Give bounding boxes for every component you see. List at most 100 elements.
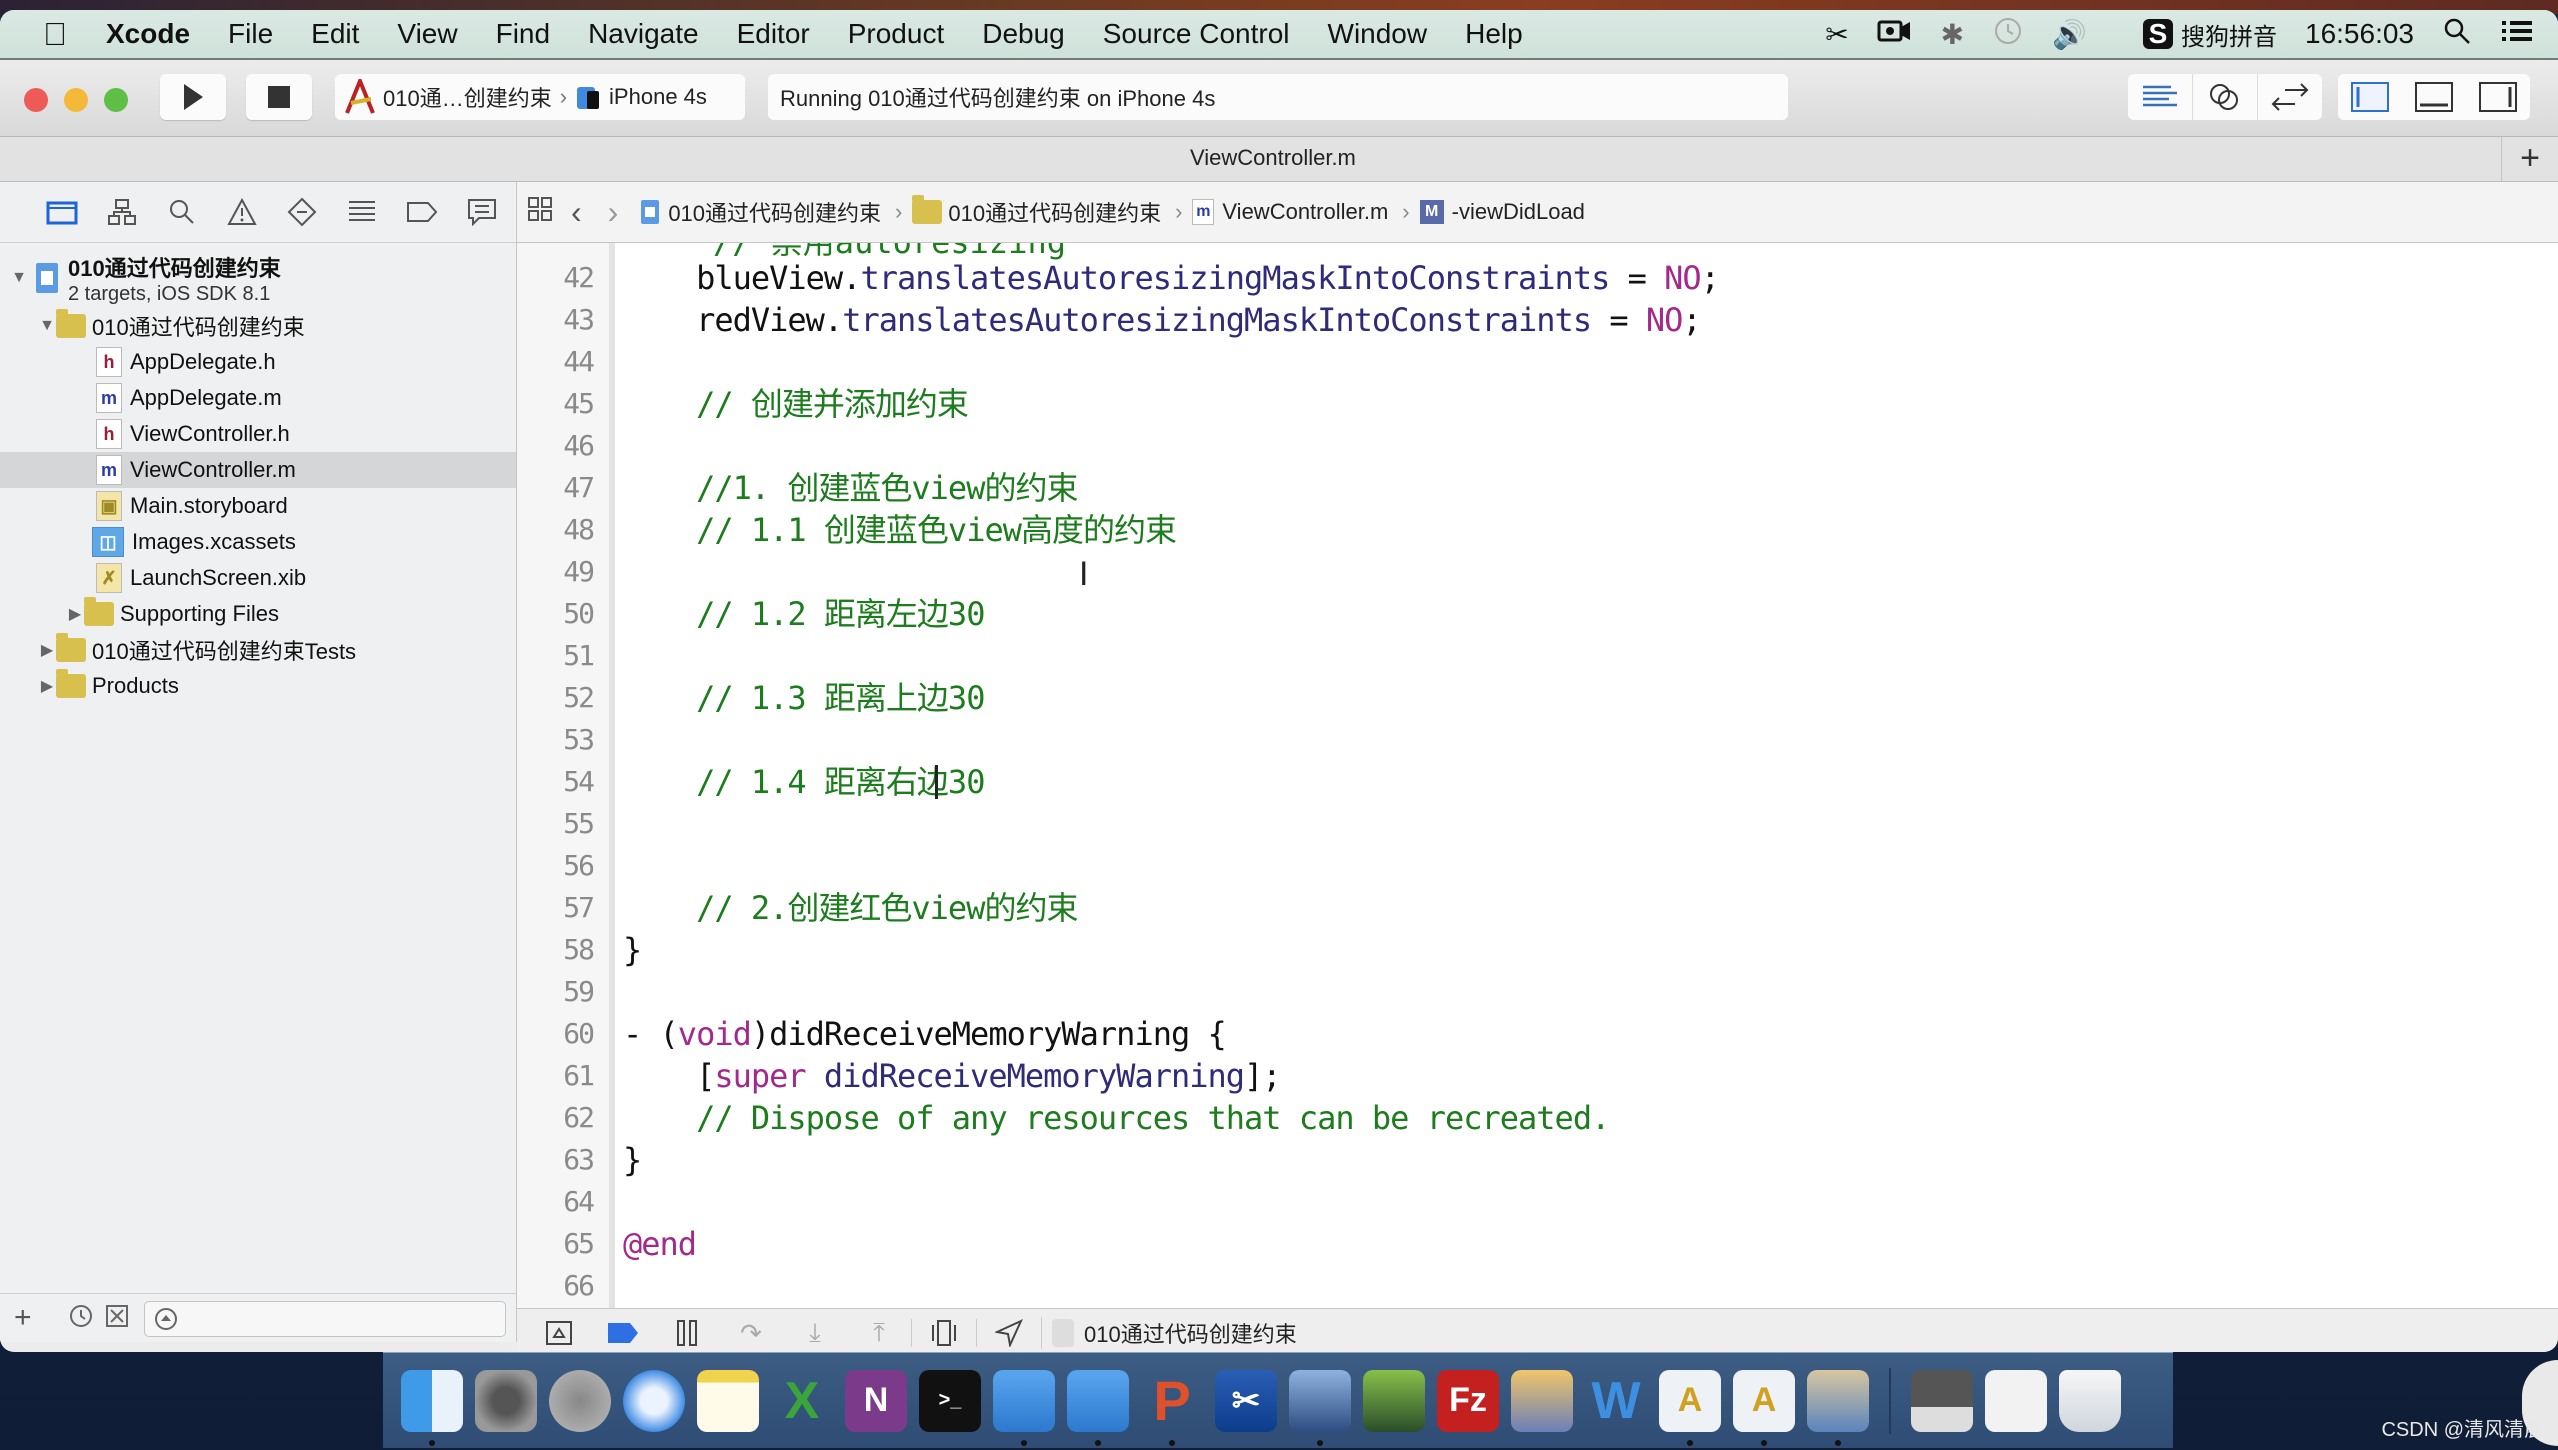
dock-app-preview[interactable] <box>1807 1369 1869 1446</box>
test-navigator-tab[interactable] <box>272 197 332 227</box>
time-machine-icon[interactable] <box>1992 15 2024 54</box>
standard-editor-button[interactable] <box>2128 74 2192 120</box>
tree-item-file[interactable]: ◫ Images.xcassets <box>92 524 296 560</box>
apple-menu-icon[interactable]:  <box>38 17 72 51</box>
dock-app-excel[interactable]: X <box>771 1370 833 1432</box>
dock-app-screenshot[interactable]: ✂ <box>1215 1369 1277 1432</box>
disclosure-collapsed-icon[interactable]: ▶ <box>38 640 56 660</box>
scheme-selector[interactable]: 010通…创建约束 › iPhone 4s <box>335 74 745 120</box>
recent-files-filter-icon[interactable] <box>68 1303 94 1334</box>
code-line[interactable]: 57 // 2.创建红色view的约束 <box>517 887 2558 929</box>
menu-navigate[interactable]: Navigate <box>588 18 699 50</box>
code-line[interactable]: 42 blueView.translatesAutoresizingMaskIn… <box>517 257 2558 299</box>
menu-find[interactable]: Find <box>496 18 550 50</box>
volume-icon[interactable]: 🔊 <box>2052 18 2087 51</box>
dock-app-safari[interactable] <box>623 1369 685 1432</box>
tree-item-group[interactable]: ▶ Products <box>38 668 179 704</box>
dock-app-launchpad[interactable] <box>549 1369 611 1432</box>
notification-center-icon[interactable] <box>2500 17 2534 52</box>
dock-app-simulator[interactable] <box>1067 1369 1129 1446</box>
code-line[interactable]: 66 <box>517 1265 2558 1307</box>
disclosure-collapsed-icon[interactable]: ▶ <box>66 604 84 624</box>
breadcrumb-method[interactable]: M -viewDidLoad <box>1419 199 1585 225</box>
dock-app-word[interactable]: W <box>1585 1370 1647 1432</box>
step-out-button[interactable]: ⤒ <box>847 1317 911 1349</box>
code-line[interactable]: 51 <box>517 635 2558 677</box>
code-line[interactable]: 44 <box>517 341 2558 383</box>
process-selector[interactable]: 010通过代码创建约束 <box>1041 1317 1297 1349</box>
dock-app-notes[interactable] <box>697 1369 759 1432</box>
code-line[interactable]: 45 // 创建并添加约束 <box>517 383 2558 425</box>
dock-app-trash[interactable] <box>2059 1369 2121 1432</box>
toggle-debug-area-button[interactable] <box>2402 74 2466 120</box>
breadcrumb-file[interactable]: m ViewController.m <box>1192 199 1388 225</box>
symbol-navigator-tab[interactable] <box>92 198 152 226</box>
code-line[interactable]: 63} <box>517 1139 2558 1181</box>
debug-navigator-tab[interactable] <box>332 199 392 225</box>
go-back-button[interactable]: ‹ <box>571 194 582 231</box>
dock-app-xcode[interactable] <box>993 1369 1055 1446</box>
hide-debug-area-button[interactable] <box>527 1320 591 1346</box>
issue-navigator-tab[interactable] <box>212 198 272 226</box>
dock-app-filezilla[interactable]: Fz <box>1437 1369 1499 1432</box>
dock-app-screen-window-2[interactable] <box>1985 1369 2047 1432</box>
clock[interactable]: 16:56:03 <box>2305 18 2414 50</box>
version-editor-button[interactable] <box>2257 74 2322 120</box>
menu-view[interactable]: View <box>397 18 457 50</box>
input-method[interactable]: S 搜狗拼音 <box>2115 17 2277 52</box>
tree-item-file[interactable]: m AppDelegate.m <box>96 380 282 416</box>
toggle-utilities-button[interactable] <box>2466 74 2530 120</box>
menu-source-control[interactable]: Source Control <box>1103 18 1290 50</box>
find-navigator-tab[interactable] <box>152 198 212 226</box>
tree-project-root[interactable]: ▼ 010通过代码创建约束 2 targets, iOS SDK 8.1 <box>10 248 281 308</box>
bluetooth-icon[interactable]: ✱ <box>1941 18 1964 51</box>
code-line[interactable]: 65 @end <box>517 1223 2558 1265</box>
tree-item-file[interactable]: h AppDelegate.h <box>96 344 276 380</box>
menu-help[interactable]: Help <box>1465 18 1523 50</box>
tree-item-group[interactable]: ▶ 010通过代码创建约束Tests <box>38 632 356 668</box>
add-file-button[interactable]: + <box>14 1301 32 1335</box>
tree-item-group[interactable]: ▶ Supporting Files <box>66 596 279 632</box>
dock-app-document-a[interactable]: A <box>1659 1369 1721 1446</box>
dock-app-powerpoint[interactable]: P <box>1141 1369 1203 1446</box>
tab-viewcontroller-m[interactable]: ViewController.m <box>1190 145 1356 171</box>
code-line[interactable]: 58} <box>517 929 2558 971</box>
tree-item-file[interactable]: h ViewController.h <box>96 416 290 452</box>
device-name[interactable]: iPhone 4s <box>609 84 707 110</box>
menu-edit[interactable]: Edit <box>311 18 359 50</box>
scissors-icon[interactable]: ✂ <box>1825 18 1848 51</box>
dock-app-onenote[interactable]: N <box>845 1369 907 1432</box>
report-navigator-tab[interactable] <box>452 198 512 226</box>
source-control-filter-icon[interactable] <box>104 1303 130 1334</box>
assistant-editor-button[interactable] <box>2192 74 2257 120</box>
code-line[interactable]: 50 // 1.2 距离左边30 <box>517 593 2558 635</box>
dock-app-terminal[interactable]: >_ <box>919 1369 981 1432</box>
scheme-name[interactable]: 010通…创建约束 <box>383 81 552 113</box>
breakpoints-toggle-button[interactable] <box>591 1321 655 1345</box>
code-line[interactable]: 61 [super didReceiveMemoryWarning]; <box>517 1055 2558 1097</box>
menu-file[interactable]: File <box>228 18 273 50</box>
code-line[interactable]: 49 <box>517 551 2558 593</box>
menu-debug[interactable]: Debug <box>982 18 1065 50</box>
go-forward-button[interactable]: › <box>608 194 619 231</box>
breadcrumb-group[interactable]: 010通过代码创建约束 <box>912 195 1161 228</box>
pause-button[interactable] <box>655 1319 719 1347</box>
run-button[interactable] <box>160 74 226 120</box>
close-window-button[interactable] <box>24 88 48 112</box>
code-line[interactable]: 60 - (void)didReceiveMemoryWarning { <box>517 1013 2558 1055</box>
code-line[interactable]: 47 //1. 创建蓝色view的约束 <box>517 467 2558 509</box>
code-line[interactable]: 46 <box>517 425 2558 467</box>
toggle-navigator-button[interactable] <box>2338 74 2402 120</box>
code-line[interactable]: 59 <box>517 971 2558 1013</box>
tree-item-file[interactable]: ▣ Main.storyboard <box>96 488 288 524</box>
add-tab-button[interactable]: + <box>2501 137 2558 181</box>
tree-item-file[interactable]: ✗ LaunchScreen.xib <box>96 560 306 596</box>
code-line[interactable]: 62 // Dispose of any resources that can … <box>517 1097 2558 1139</box>
menu-app-name[interactable]: Xcode <box>106 18 190 50</box>
stop-button[interactable] <box>246 74 312 120</box>
code-line[interactable]: 48 // 1.1 创建蓝色view高度的约束 <box>517 509 2558 551</box>
code-line[interactable]: 54 // 1.4 距离右边30 <box>517 761 2558 803</box>
breakpoint-navigator-tab[interactable] <box>392 201 452 223</box>
code-line[interactable]: 52 // 1.3 距离上边30 <box>517 677 2558 719</box>
spotlight-search-icon[interactable] <box>2442 16 2472 53</box>
